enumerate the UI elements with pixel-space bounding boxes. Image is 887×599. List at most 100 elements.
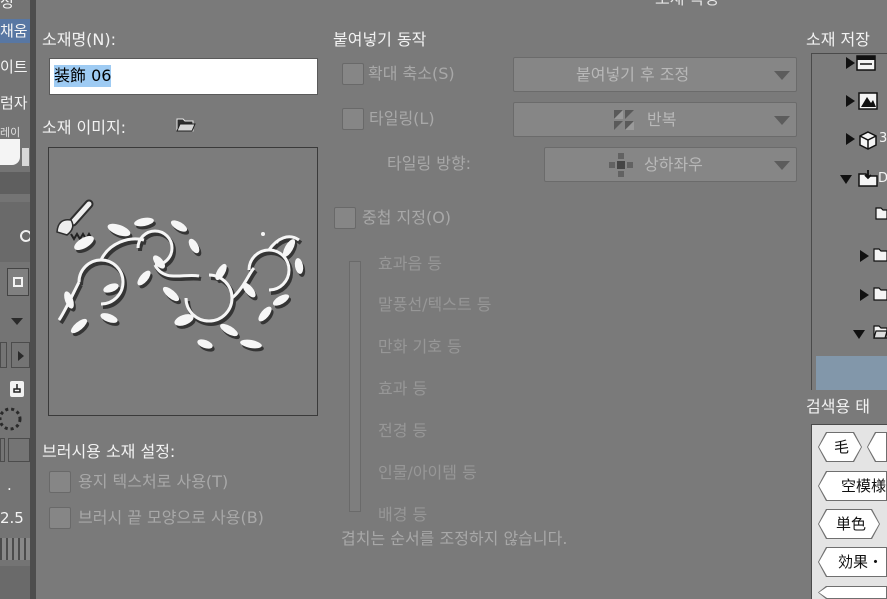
scale-label: 확대 축소(S) bbox=[368, 64, 455, 83]
folder-open-icon[interactable] bbox=[873, 323, 887, 339]
material-image-preview bbox=[48, 147, 318, 416]
paper-texture-checkbox[interactable] bbox=[49, 471, 71, 493]
layer-item: 말풍선/텍스트 등 bbox=[378, 295, 492, 314]
search-tags-label: 검색용 태 bbox=[806, 397, 870, 416]
dotted-circle-icon[interactable] bbox=[0, 403, 24, 435]
gauge-icon[interactable] bbox=[20, 230, 30, 242]
brush-tip-label: 브러시 끝 모양으로 사용(B) bbox=[78, 508, 264, 527]
tree-item-label: D bbox=[878, 171, 887, 187]
tag-face bbox=[819, 587, 886, 598]
brush-material-label: 브러시용 소재 설정: bbox=[42, 442, 176, 461]
side-item-2[interactable]: 이트 bbox=[0, 58, 28, 76]
tag-chip[interactable]: 効果・ bbox=[818, 547, 887, 577]
chevron-down-icon bbox=[774, 71, 790, 80]
small-tool-icon[interactable] bbox=[22, 148, 29, 166]
layer-item: 만화 기호 등 bbox=[378, 337, 462, 356]
tiling-label: 타일링(L) bbox=[369, 109, 435, 128]
side-item-1[interactable]: 채움 bbox=[0, 22, 28, 40]
side-bars bbox=[0, 538, 30, 560]
folder-open-icon[interactable] bbox=[176, 117, 196, 133]
tiling-direction-value: 상하좌우 bbox=[644, 155, 703, 174]
brush-tip-checkbox[interactable] bbox=[49, 507, 71, 529]
panel-separator bbox=[30, 0, 36, 599]
stamp-icon[interactable] bbox=[9, 380, 25, 398]
layer-item: 전경 등 bbox=[378, 421, 428, 440]
layer-order-checkbox[interactable] bbox=[334, 207, 356, 229]
tree-item-label: 3 bbox=[879, 131, 887, 146]
layer-order-note: 겹치는 순서를 조정하지 않습니다. bbox=[341, 529, 568, 548]
layer-order-slider-track[interactable] bbox=[349, 261, 361, 512]
tag-text: 効果・ bbox=[838, 553, 884, 571]
tree-selected-row[interactable] bbox=[816, 356, 887, 390]
material-name-input[interactable]: 装飾 06 bbox=[49, 58, 318, 95]
side-box-a bbox=[0, 438, 5, 462]
tag-text: 毛 bbox=[834, 438, 850, 456]
side-dark-band bbox=[0, 172, 30, 194]
side-value: 2.5 bbox=[0, 509, 24, 527]
tag-face bbox=[868, 433, 886, 461]
cube-icon[interactable] bbox=[858, 130, 878, 150]
tree-expand-icon[interactable] bbox=[846, 57, 855, 69]
scale-checkbox[interactable] bbox=[342, 63, 364, 85]
tiling-mode-value: 반복 bbox=[647, 110, 677, 129]
tree-expand-icon[interactable] bbox=[860, 289, 869, 301]
tiling-direction-label: 타일링 방향: bbox=[387, 154, 472, 173]
square-icon bbox=[13, 277, 23, 287]
tag-chip[interactable]: 単色 bbox=[818, 509, 880, 539]
layer-order-label: 중첩 지정(O) bbox=[362, 208, 452, 227]
paste-behavior-label: 붙여넣기 동작 bbox=[333, 30, 427, 49]
save-location-tree[interactable]: 3 D bbox=[811, 53, 887, 390]
tag-text: 空模様 bbox=[841, 477, 887, 495]
layer-item: 배경 등 bbox=[378, 505, 428, 524]
material-name-value: 装飾 06 bbox=[54, 65, 112, 87]
tree-expand-icon[interactable] bbox=[860, 250, 869, 262]
side-dot: . bbox=[7, 476, 12, 494]
save-location-label: 소재 저장 bbox=[806, 30, 870, 49]
title-bar: 소재 속성 bbox=[36, 0, 887, 9]
image-icon[interactable] bbox=[858, 92, 878, 110]
paper-texture-label: 용지 텍스처로 사용(T) bbox=[78, 472, 229, 491]
side-item-0[interactable]: 정 bbox=[0, 0, 14, 11]
tag-chip[interactable]: 毛 bbox=[818, 432, 862, 462]
layer-item: 효과음 등 bbox=[378, 254, 442, 273]
search-tags-panel: 毛 空模様 単色 効果・ bbox=[811, 424, 887, 599]
material-image-label: 소재 이미지: bbox=[42, 118, 127, 137]
chevron-down-icon bbox=[774, 161, 790, 170]
side-box-left bbox=[0, 342, 7, 368]
page-icon[interactable] bbox=[0, 139, 20, 165]
frame-folder-icon[interactable] bbox=[856, 55, 876, 71]
folder-icon[interactable] bbox=[873, 285, 887, 301]
side-item-3[interactable]: 럼자 bbox=[0, 94, 28, 112]
tag-chip[interactable]: 空模様 bbox=[818, 471, 887, 501]
brush-icon bbox=[56, 199, 94, 241]
scale-mode-select[interactable]: 붙여넣기 후 조정 bbox=[513, 57, 797, 92]
tile-repeat-icon bbox=[614, 110, 634, 130]
material-name-label: 소재명(N): bbox=[42, 30, 117, 49]
folder-icon[interactable] bbox=[873, 246, 887, 262]
side-box-b bbox=[8, 438, 30, 462]
tag-text: 単色 bbox=[836, 515, 867, 533]
tree-expand-icon[interactable] bbox=[846, 95, 855, 107]
tiling-checkbox[interactable] bbox=[342, 108, 364, 130]
layer-item: 인물/아이템 등 bbox=[378, 463, 477, 482]
chevron-down-icon[interactable] bbox=[11, 318, 23, 325]
download-folder-icon[interactable] bbox=[858, 169, 878, 187]
tag-chip[interactable] bbox=[818, 586, 887, 599]
window-title: 소재 속성 bbox=[655, 0, 719, 9]
side-box-right[interactable] bbox=[11, 342, 30, 368]
tree-expand-icon[interactable] bbox=[846, 133, 855, 145]
ornament-preview-image bbox=[56, 199, 306, 352]
material-property-dialog: 정 채움 이트 럼자 레이 . 2.5 소재 속 bbox=[0, 0, 887, 599]
tiling-direction-select[interactable]: 상하좌우 bbox=[544, 147, 797, 182]
chevron-right-icon bbox=[18, 351, 24, 361]
folder-icon[interactable] bbox=[875, 206, 887, 220]
square-button[interactable] bbox=[7, 268, 29, 296]
scale-mode-value: 붙여넣기 후 조정 bbox=[576, 65, 690, 84]
layer-item: 효과 등 bbox=[378, 379, 428, 398]
chevron-down-icon bbox=[774, 116, 790, 125]
side-panel: 정 채움 이트 럼자 레이 . 2.5 bbox=[0, 0, 30, 599]
tree-collapse-icon[interactable] bbox=[853, 330, 865, 339]
tag-chip[interactable] bbox=[867, 432, 887, 462]
tree-collapse-icon[interactable] bbox=[840, 175, 852, 184]
tiling-mode-select[interactable]: 반복 bbox=[513, 102, 797, 137]
